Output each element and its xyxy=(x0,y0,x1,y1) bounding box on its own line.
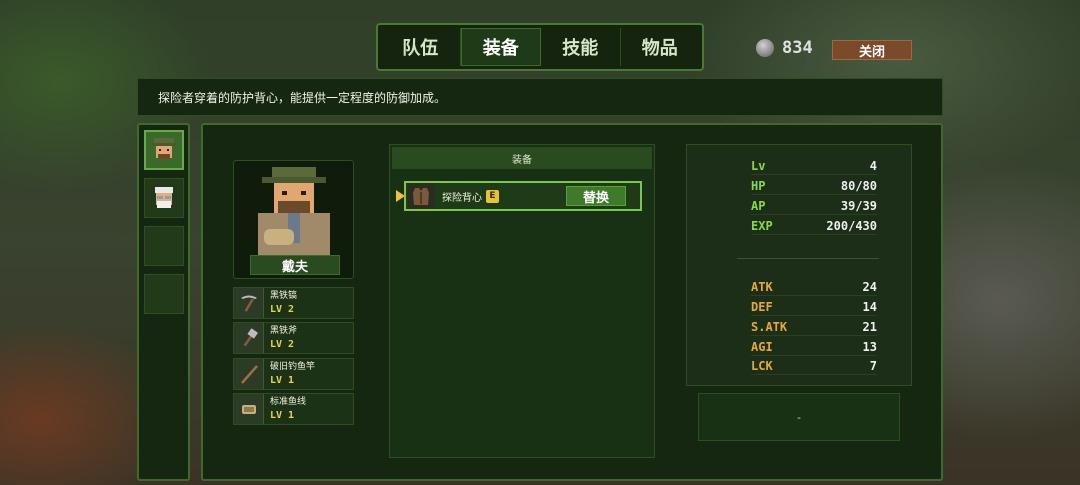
tool-level: LV 2 xyxy=(270,339,295,350)
tool-slot-fishing-line[interactable]: 标准鱼线 LV 1 xyxy=(233,393,354,425)
equipment-header: 装备 xyxy=(392,147,652,169)
stat-key: AP xyxy=(751,198,766,213)
equipment-item-name: 探险背心 xyxy=(442,192,482,204)
equipment-panel: 装备 探险背心 E 替换 xyxy=(389,144,655,458)
character-slot-dave[interactable] xyxy=(144,130,184,170)
stat-value: 21 xyxy=(862,319,877,334)
currency-value: 834 xyxy=(782,38,813,58)
equipped-badge: E xyxy=(486,189,499,203)
tool-level: LV 1 xyxy=(270,375,295,386)
tool-name: 标准鱼线 xyxy=(270,397,307,407)
stat-row-hp: HP 80/80 xyxy=(751,177,877,195)
stat-row-lv: Lv 4 xyxy=(751,157,877,175)
stat-row-ap: AP 39/39 xyxy=(751,197,877,215)
stat-value: 13 xyxy=(862,339,877,354)
stat-key: HP xyxy=(751,178,766,193)
description-text: 探险者穿着的防护背心，能提供一定程度的防御加成。 xyxy=(158,90,447,105)
tool-slot-pickaxe[interactable]: 黑铁镐 LV 2 xyxy=(233,287,354,319)
stat-key: LCK xyxy=(751,358,773,373)
axe-icon xyxy=(234,323,264,353)
character-slot-empty-2[interactable] xyxy=(144,274,184,314)
character-slot-elder[interactable] xyxy=(144,178,184,218)
stat-row-agi: AGI 13 xyxy=(751,338,877,356)
stats-panel: Lv 4 HP 80/80 AP 39/39 EXP 200/430 ATK 2… xyxy=(686,144,912,386)
stat-value: 200/430 xyxy=(826,218,877,233)
stat-key: DEF xyxy=(751,299,773,314)
vest-icon xyxy=(408,183,434,209)
stat-value: 7 xyxy=(869,358,877,373)
character-slot-empty-1[interactable] xyxy=(144,226,184,266)
dave-portrait-icon xyxy=(258,167,330,261)
selection-arrow-icon xyxy=(396,190,405,202)
item-description: 探险者穿着的防护背心，能提供一定程度的防御加成。 xyxy=(137,78,943,116)
tab-equipment[interactable]: 装备 xyxy=(460,28,541,66)
fishing-line-icon xyxy=(234,394,264,424)
currency-display: 834 xyxy=(756,38,813,58)
stats-divider xyxy=(737,258,879,259)
stat-value: 4 xyxy=(869,158,877,173)
tab-items[interactable]: 物品 xyxy=(621,28,700,66)
stat-row-lck: LCK 7 xyxy=(751,357,877,375)
dave-face-icon xyxy=(152,138,176,159)
tool-level: LV 1 xyxy=(270,410,295,421)
tab-skills[interactable]: 技能 xyxy=(541,28,621,66)
stat-key: Lv xyxy=(751,158,766,173)
item-detail-box: - xyxy=(698,393,900,441)
pickaxe-icon xyxy=(234,288,264,318)
equipment-slot-vest[interactable]: 探险背心 E 替换 xyxy=(396,181,642,211)
stat-row-exp: EXP 200/430 xyxy=(751,217,877,235)
tool-level: LV 2 xyxy=(270,304,295,315)
tool-slot-fishing-rod[interactable]: 破旧钓鱼竿 LV 1 xyxy=(233,358,354,390)
item-detail-text: - xyxy=(797,410,801,424)
elder-face-icon xyxy=(155,187,173,208)
replace-button[interactable]: 替换 xyxy=(566,186,626,206)
stat-row-atk: ATK 24 xyxy=(751,278,877,296)
fishing-rod-icon xyxy=(234,359,264,389)
stat-key: ATK xyxy=(751,279,773,294)
stat-key: AGI xyxy=(751,339,773,354)
stat-value: 14 xyxy=(862,299,877,314)
menu-tab-bar: 队伍 装备 技能 物品 xyxy=(376,23,704,71)
close-button[interactable]: 关闭 xyxy=(832,40,912,60)
stat-key: EXP xyxy=(751,218,773,233)
tool-slot-axe[interactable]: 黑铁斧 LV 2 xyxy=(233,322,354,354)
stat-value: 80/80 xyxy=(840,178,877,193)
stat-value: 39/39 xyxy=(840,198,877,213)
tab-team[interactable]: 队伍 xyxy=(381,28,461,66)
stat-key: S.ATK xyxy=(751,319,788,334)
tool-name: 黑铁镐 xyxy=(270,291,298,301)
tool-name: 黑铁斧 xyxy=(270,326,298,336)
stat-value: 24 xyxy=(862,279,877,294)
stat-row-satk: S.ATK 21 xyxy=(751,318,877,336)
character-selector xyxy=(137,123,190,481)
silver-coin-icon xyxy=(756,39,774,57)
character-name: 戴夫 xyxy=(250,255,340,275)
stat-row-def: DEF 14 xyxy=(751,298,877,316)
tool-name: 破旧钓鱼竿 xyxy=(270,362,316,372)
